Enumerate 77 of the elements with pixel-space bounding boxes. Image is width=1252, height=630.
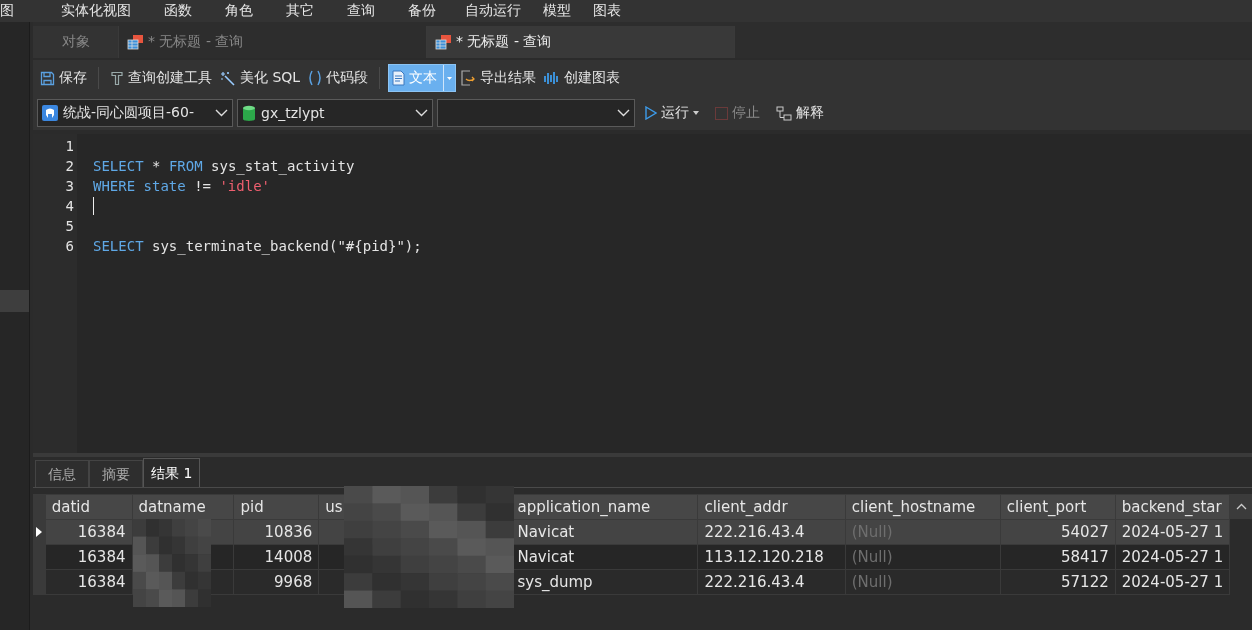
bar-chart-icon [544, 70, 561, 86]
export-icon [461, 70, 477, 86]
table-cell: 2024-05-27 1 [1115, 544, 1230, 570]
toolbar-button[interactable]: 查询创建工具 [107, 64, 215, 92]
table-cell: 2024-05-27 1 [1115, 569, 1230, 595]
scroll-up-icon[interactable] [1235, 503, 1247, 510]
parentheses-icon [308, 70, 323, 86]
document-icon [392, 70, 406, 86]
action-button[interactable]: 运行 [639, 104, 705, 122]
stop-icon [715, 106, 728, 120]
tab[interactable]: 摘要 [89, 460, 143, 487]
toolbar-button[interactable]: 导出结果 [458, 64, 540, 92]
menu-item[interactable]: 图表 [593, 2, 621, 20]
caret-icon[interactable] [693, 111, 699, 115]
column-header[interactable]: datname [132, 494, 234, 520]
table-cell: 14008 [233, 544, 319, 570]
code-line: WHERE state != 'idle' [93, 177, 270, 196]
toolbar-button[interactable]: 保存 [37, 64, 90, 92]
table-cell: 9968 [233, 569, 319, 595]
menu-item[interactable]: 角色 [225, 2, 253, 20]
line-number: 2 [64, 157, 75, 176]
menu-item[interactable]: 其它 [286, 2, 314, 20]
menu-item[interactable]: 查询 [347, 2, 375, 20]
table-cell: 16384 [45, 569, 132, 595]
database-dropdown[interactable]: gx_tzlypt [237, 99, 433, 127]
sidebar-handle[interactable] [0, 290, 29, 312]
table-cell: 222.216.43.4 [697, 569, 846, 595]
table-cell: 16384 [45, 544, 132, 570]
menu-item[interactable]: 实体化视图 [61, 2, 131, 20]
column-header[interactable]: client_port [1000, 494, 1116, 520]
table-cell: 57122 [1000, 569, 1116, 595]
table-cell: (Null) [845, 569, 1001, 595]
tab[interactable]: * 无标题 - 查询 [427, 26, 735, 58]
column-header[interactable]: client_hostname [845, 494, 1001, 520]
table-icon [435, 34, 452, 50]
table-cell: 222.216.43.4 [697, 519, 846, 545]
menu-item[interactable]: 图 [0, 2, 14, 20]
column-header[interactable]: backend_star [1115, 494, 1230, 520]
play-icon [645, 106, 657, 120]
line-number: 4 [64, 197, 75, 216]
line-number: 5 [64, 217, 75, 236]
chevron-icon[interactable] [215, 109, 228, 117]
toolbar-button[interactable]: 美化 SQL [217, 64, 304, 92]
chevron-icon[interactable] [415, 109, 428, 117]
chevron-icon[interactable] [617, 109, 630, 117]
menu-item[interactable]: 自动运行 [465, 2, 521, 20]
action-button[interactable]: 解释 [770, 104, 830, 122]
column-header[interactable]: client_addr [697, 494, 846, 520]
database-icon [242, 104, 256, 122]
code-line: SELECT sys_terminate_backend("#{pid}"); [93, 237, 422, 256]
tab[interactable]: 信息 [35, 460, 89, 487]
menu-item[interactable]: 备份 [408, 2, 436, 20]
magic-wand-icon [220, 70, 236, 86]
save-icon [40, 70, 55, 86]
row-pointer-icon [36, 527, 43, 537]
tab[interactable]: 结果 1 [143, 458, 201, 487]
line-number: 6 [64, 237, 75, 256]
line-number: 1 [64, 137, 75, 156]
toolbar-button[interactable]: 代码段 [305, 64, 372, 92]
table-cell: (Null) [845, 544, 1001, 570]
column-header[interactable]: pid [233, 494, 319, 520]
table-cell: 54027 [1000, 519, 1116, 545]
table-cell: 16384 [45, 519, 132, 545]
table-cell: 10836 [233, 519, 319, 545]
line-number: 3 [64, 177, 75, 196]
table-cell: 2024-05-27 1 [1115, 519, 1230, 545]
server-dropdown[interactable]: 统战-同心圆项目-60- [37, 99, 233, 127]
toolbar-button[interactable]: 创建图表 [541, 64, 624, 92]
table-cell: 113.12.120.218 [697, 544, 846, 570]
menu-item[interactable]: 模型 [543, 2, 571, 20]
table-icon [127, 34, 144, 50]
tab[interactable]: 对象 [33, 26, 119, 58]
menu-item[interactable]: 函数 [164, 2, 192, 20]
code-line: SELECT * FROM sys_stat_activity [93, 157, 355, 176]
table-cell: 58417 [1000, 544, 1116, 570]
hierarchy-icon [776, 105, 792, 121]
column-header[interactable]: datid [45, 494, 132, 520]
